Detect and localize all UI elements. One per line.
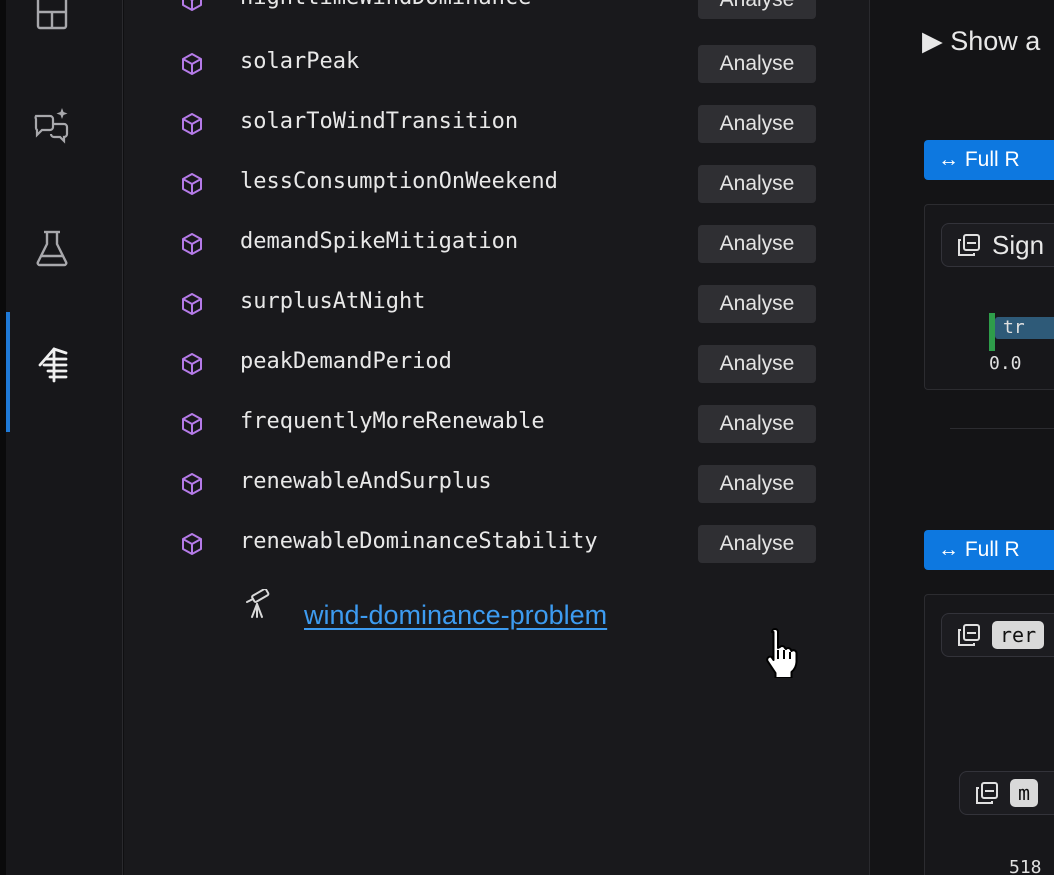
value-label: 518: [1009, 857, 1042, 875]
problem-link[interactable]: wind-dominance-problem: [304, 600, 607, 631]
full-range-button[interactable]: ↔ Full R: [924, 140, 1054, 180]
list-item[interactable]: surplusAtNight Analyse: [124, 274, 869, 334]
cube-icon: [180, 412, 204, 436]
list-item[interactable]: renewableDominanceStability Analyse: [124, 514, 869, 574]
cube-icon: [180, 472, 204, 496]
pattern-name: frequentlyMoreRenewable: [240, 409, 545, 434]
collapse-icon[interactable]: [956, 622, 982, 648]
list-item[interactable]: lessConsumptionOnWeekend Analyse: [124, 154, 869, 214]
expression-chip: m: [1010, 779, 1039, 807]
list-item[interactable]: demandSpikeMitigation Analyse: [124, 214, 869, 274]
show-all-toggle[interactable]: ▶ Show a: [922, 26, 1040, 57]
chat-sparkle-icon[interactable]: [32, 106, 72, 146]
telescope-icon: [244, 587, 272, 619]
analyse-button[interactable]: Analyse: [698, 105, 816, 143]
card-title: Sign: [992, 229, 1045, 260]
collapse-icon[interactable]: [974, 780, 1000, 806]
divider: [950, 428, 1054, 429]
cube-icon: [180, 172, 204, 196]
analyse-button[interactable]: Analyse: [698, 465, 816, 503]
expression-chip: rer: [992, 621, 1045, 649]
card-header: Sign: [941, 223, 1054, 267]
signal-tower-icon[interactable]: [32, 345, 72, 385]
cube-icon: [180, 292, 204, 316]
analyse-button[interactable]: Analyse: [698, 525, 816, 563]
pattern-name: solarToWindTransition: [240, 109, 519, 134]
pattern-name: nighttimeWindDominance: [240, 0, 531, 10]
cube-icon: [180, 52, 204, 76]
analyse-button[interactable]: Analyse: [698, 225, 816, 263]
pattern-name: solarPeak: [240, 49, 360, 74]
analyse-button[interactable]: Analyse: [698, 345, 816, 383]
signal-chip: tr: [1003, 317, 1025, 338]
list-item[interactable]: solarPeak Analyse: [124, 34, 869, 94]
pattern-name: lessConsumptionOnWeekend: [240, 169, 558, 194]
pattern-name: peakDemandPeriod: [240, 349, 452, 374]
card-header: rer: [941, 613, 1054, 657]
pattern-name: demandSpikeMitigation: [240, 229, 519, 254]
analyse-button[interactable]: Analyse: [698, 405, 816, 443]
list-item[interactable]: solarToWindTransition Analyse: [124, 94, 869, 154]
list-item[interactable]: frequentlyMoreRenewable Analyse: [124, 394, 869, 454]
signal-bar: tr: [995, 317, 1054, 339]
analyse-button[interactable]: Analyse: [698, 45, 816, 83]
axis-value: 0.0: [989, 353, 1022, 374]
signal-card: Sign tr 0.0: [924, 204, 1054, 390]
collapse-icon[interactable]: [956, 232, 982, 258]
cube-icon: [180, 112, 204, 136]
nested-card-header: m: [959, 771, 1054, 815]
cube-icon: [180, 232, 204, 256]
pattern-name: surplusAtNight: [240, 289, 426, 314]
analyse-button[interactable]: Analyse: [698, 285, 816, 323]
problem-row: wind-dominance-problem: [124, 585, 869, 645]
list-item[interactable]: renewableAndSurplus Analyse: [124, 454, 869, 514]
result-card: rer m 518: [924, 594, 1054, 875]
activity-bar: [0, 0, 123, 875]
flask-icon[interactable]: [32, 228, 72, 268]
full-range-button[interactable]: ↔ Full R: [924, 530, 1054, 570]
pattern-name: renewableAndSurplus: [240, 469, 492, 494]
cube-icon: [180, 0, 204, 12]
main-content: ▶ Show a ↔ Full R Sign tr 0.0 ↔ Full R r…: [870, 0, 1054, 875]
list-item[interactable]: nighttimeWindDominance Analyse: [124, 0, 869, 30]
list-item[interactable]: peakDemandPeriod Analyse: [124, 334, 869, 394]
cube-icon: [180, 352, 204, 376]
cube-icon: [180, 532, 204, 556]
hand-cursor-icon: [764, 628, 798, 679]
layout-panels-icon[interactable]: [32, 0, 72, 40]
activity-bar-edge: [0, 0, 6, 875]
analyse-button[interactable]: Analyse: [698, 0, 816, 19]
sidebar-panel: nighttimeWindDominance Analyse solarPeak…: [124, 0, 870, 875]
active-indicator: [6, 312, 10, 432]
analyse-button[interactable]: Analyse: [698, 165, 816, 203]
pattern-name: renewableDominanceStability: [240, 529, 598, 554]
